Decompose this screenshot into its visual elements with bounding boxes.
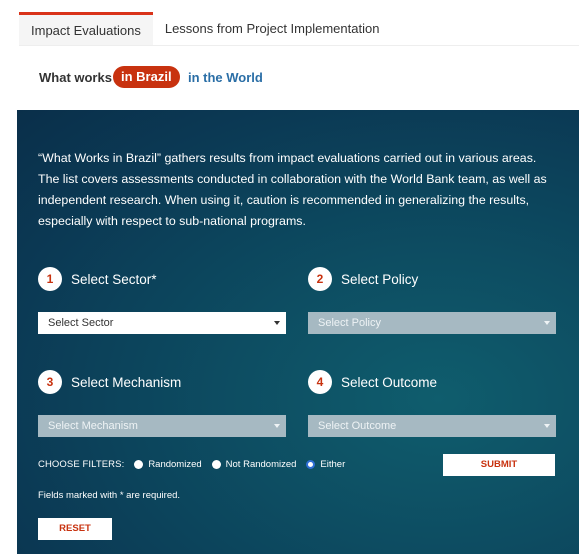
step-label: Select Policy: [341, 271, 419, 287]
radio-not-randomized[interactable]: [211, 460, 221, 469]
sector-select-value: Select Sector: [48, 317, 114, 329]
sector-select[interactable]: Select Sector: [38, 312, 286, 334]
in-the-world-link[interactable]: in the World: [188, 70, 263, 85]
step-sector: 1 Select Sector*: [38, 267, 157, 291]
step-label: Select Sector*: [71, 271, 157, 287]
tab-lessons-from-project-implementation[interactable]: Lessons from Project Implementation: [152, 12, 392, 45]
in-brazil-toggle[interactable]: in Brazil: [113, 66, 180, 88]
step-number: 4: [308, 370, 332, 394]
step-mechanism: 3 Select Mechanism: [38, 370, 181, 394]
outcome-select[interactable]: Select Outcome: [308, 415, 556, 437]
step-label: Select Outcome: [341, 374, 438, 390]
radio-either-label[interactable]: Either: [320, 459, 345, 470]
what-works-label: What works: [39, 70, 112, 85]
step-number: 1: [38, 267, 62, 291]
caret-down-icon: [544, 424, 550, 428]
step-policy: 2 Select Policy: [308, 267, 418, 291]
subnav: What works in Brazil in the World: [19, 45, 579, 110]
policy-select-value: Select Policy: [318, 317, 381, 329]
choose-filters-label: CHOOSE FILTERS:: [38, 459, 125, 470]
required-note: Fields marked with * are required.: [38, 490, 181, 501]
caret-down-icon: [274, 321, 280, 325]
radio-randomized-label[interactable]: Randomized: [148, 459, 201, 470]
description-text: “What Works in Brazil” gathers results f…: [38, 151, 547, 228]
choose-filters: CHOOSE FILTERS: Randomized Not Randomize…: [38, 459, 345, 470]
submit-button[interactable]: SUBMIT: [443, 454, 555, 476]
reset-button[interactable]: RESET: [38, 518, 112, 540]
mechanism-select[interactable]: Select Mechanism: [38, 415, 286, 437]
caret-down-icon: [544, 321, 550, 325]
radio-either[interactable]: [306, 460, 316, 469]
tab-impact-evaluations[interactable]: Impact Evaluations: [19, 12, 153, 45]
step-outcome: 4 Select Outcome: [308, 370, 437, 394]
radio-not-randomized-label[interactable]: Not Randomized: [226, 459, 297, 470]
step-number: 3: [38, 370, 62, 394]
step-label: Select Mechanism: [71, 374, 182, 390]
tab-bar: Impact Evaluations Lessons from Project …: [19, 12, 392, 45]
step-number: 2: [308, 267, 332, 291]
mechanism-select-value: Select Mechanism: [48, 420, 138, 432]
policy-select[interactable]: Select Policy: [308, 312, 556, 334]
outcome-select-value: Select Outcome: [318, 420, 397, 432]
search-panel: “What Works in Brazil” gathers results f…: [17, 110, 579, 554]
radio-randomized[interactable]: [134, 460, 144, 469]
caret-down-icon: [274, 424, 280, 428]
